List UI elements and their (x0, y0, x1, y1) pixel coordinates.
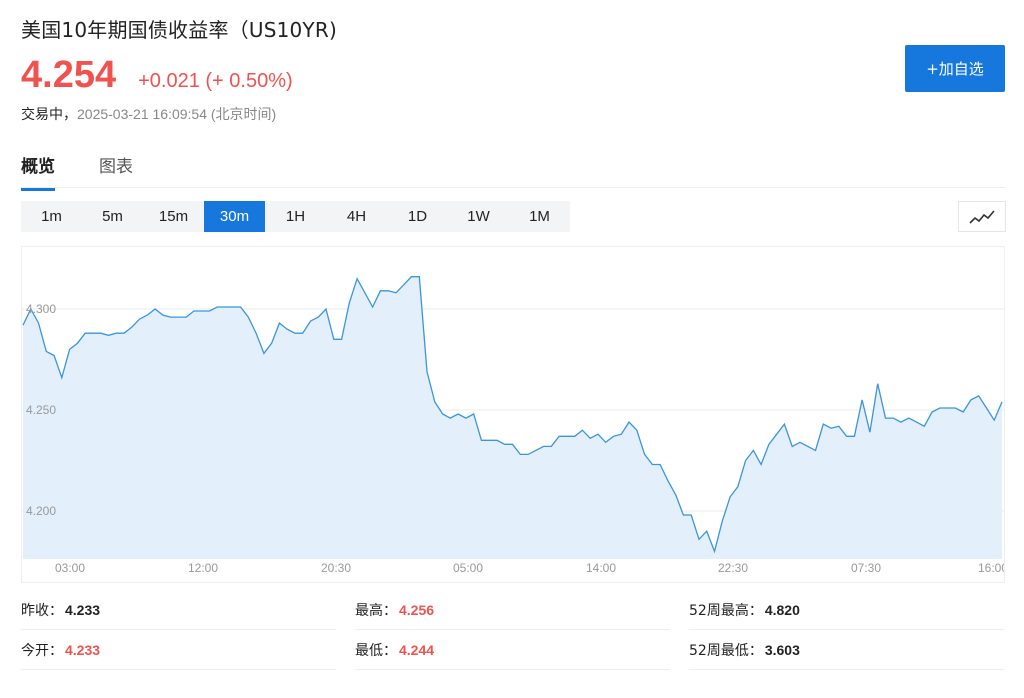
chart-svg: 4.300 4.250 4.200 03:00 12:00 20:30 05:00 14:0… (22, 276, 1008, 575)
chart-area (23, 276, 1002, 559)
stat-low: 最低： 4.244 (355, 630, 670, 670)
timestamp: 2025-03-21 16:09:54 (北京时间) (77, 106, 277, 122)
x-tick-label: 12:00 (188, 561, 218, 575)
period-selector: 1m 5m 15m 30m 1H 4H 1D 1W 1M (21, 201, 570, 232)
x-tick-label: 03:00 (55, 561, 85, 575)
stat-high: 最高： 4.256 (355, 590, 670, 630)
y-tick-label: 4.250 (26, 403, 56, 417)
period-30m[interactable]: 30m (204, 201, 265, 232)
tab-overview[interactable]: 概览 (21, 152, 55, 191)
stat-label: 最低： (355, 642, 397, 659)
stats-row: 今开： 4.233 最低： 4.244 52周最低： 3.603 (21, 630, 1005, 670)
period-1d[interactable]: 1D (387, 201, 448, 232)
stat-prev-close: 昨收： 4.233 (21, 590, 336, 630)
price-row: 4.254 +0.021 (+ 0.50%) (21, 54, 293, 97)
stat-value: 4.244 (399, 641, 435, 658)
period-15m[interactable]: 15m (143, 201, 204, 232)
stat-value: 4.233 (65, 641, 101, 658)
period-1w[interactable]: 1W (448, 201, 509, 232)
tab-divider (21, 187, 1005, 188)
status-prefix: 交易中， (21, 107, 77, 123)
period-1h[interactable]: 1H (265, 201, 326, 232)
stat-label: 52周最低： (689, 642, 763, 659)
stat-value: 4.233 (65, 601, 101, 618)
y-tick-label: 4.200 (26, 504, 56, 518)
current-price: 4.254 (21, 54, 117, 96)
period-1mo[interactable]: 1M (509, 201, 570, 232)
stat-52w-high: 52周最高： 4.820 (689, 590, 1004, 630)
stat-52w-low: 52周最低： 3.603 (689, 630, 1004, 670)
stats-panel: 昨收： 4.233 最高： 4.256 52周最高： 4.820 今开： 4.2… (21, 590, 1005, 670)
price-change: +0.021 (+ 0.50%) (138, 70, 293, 92)
tab-bar: 概览 图表 (21, 152, 177, 191)
price-chart[interactable]: 4.300 4.250 4.200 03:00 12:00 20:30 05:00 14:0… (21, 246, 1008, 583)
period-4h[interactable]: 4H (326, 201, 387, 232)
add-watchlist-button[interactable]: +加自选 (905, 45, 1005, 92)
x-tick-label: 22:30 (718, 561, 748, 575)
stat-open: 今开： 4.233 (21, 630, 336, 670)
stat-label: 今开： (21, 642, 63, 659)
stat-value: 4.820 (764, 601, 800, 618)
line-chart-icon (969, 209, 995, 224)
tab-chart[interactable]: 图表 (99, 152, 133, 191)
period-1m[interactable]: 1m (21, 201, 82, 232)
y-tick-label: 4.300 (26, 302, 56, 316)
stat-value: 4.256 (399, 601, 435, 618)
x-tick-label: 14:00 (586, 561, 616, 575)
stat-label: 最高： (355, 602, 397, 619)
stat-label: 昨收： (21, 602, 63, 619)
x-tick-label: 07:30 (851, 561, 881, 575)
trading-status: 交易中，2025-03-21 16:09:54 (北京时间) (21, 104, 276, 124)
x-tick-label: 05:00 (453, 561, 483, 575)
page-title: 美国10年期国债收益率（US10YR) (21, 18, 337, 42)
x-tick-label: 20:30 (321, 561, 351, 575)
stat-value: 3.603 (764, 641, 800, 658)
stat-label: 52周最高： (689, 602, 763, 619)
chart-type-button[interactable] (958, 201, 1006, 232)
stats-row: 昨收： 4.233 最高： 4.256 52周最高： 4.820 (21, 590, 1005, 630)
period-5m[interactable]: 5m (82, 201, 143, 232)
x-tick-label: 16:00 (978, 561, 1004, 575)
